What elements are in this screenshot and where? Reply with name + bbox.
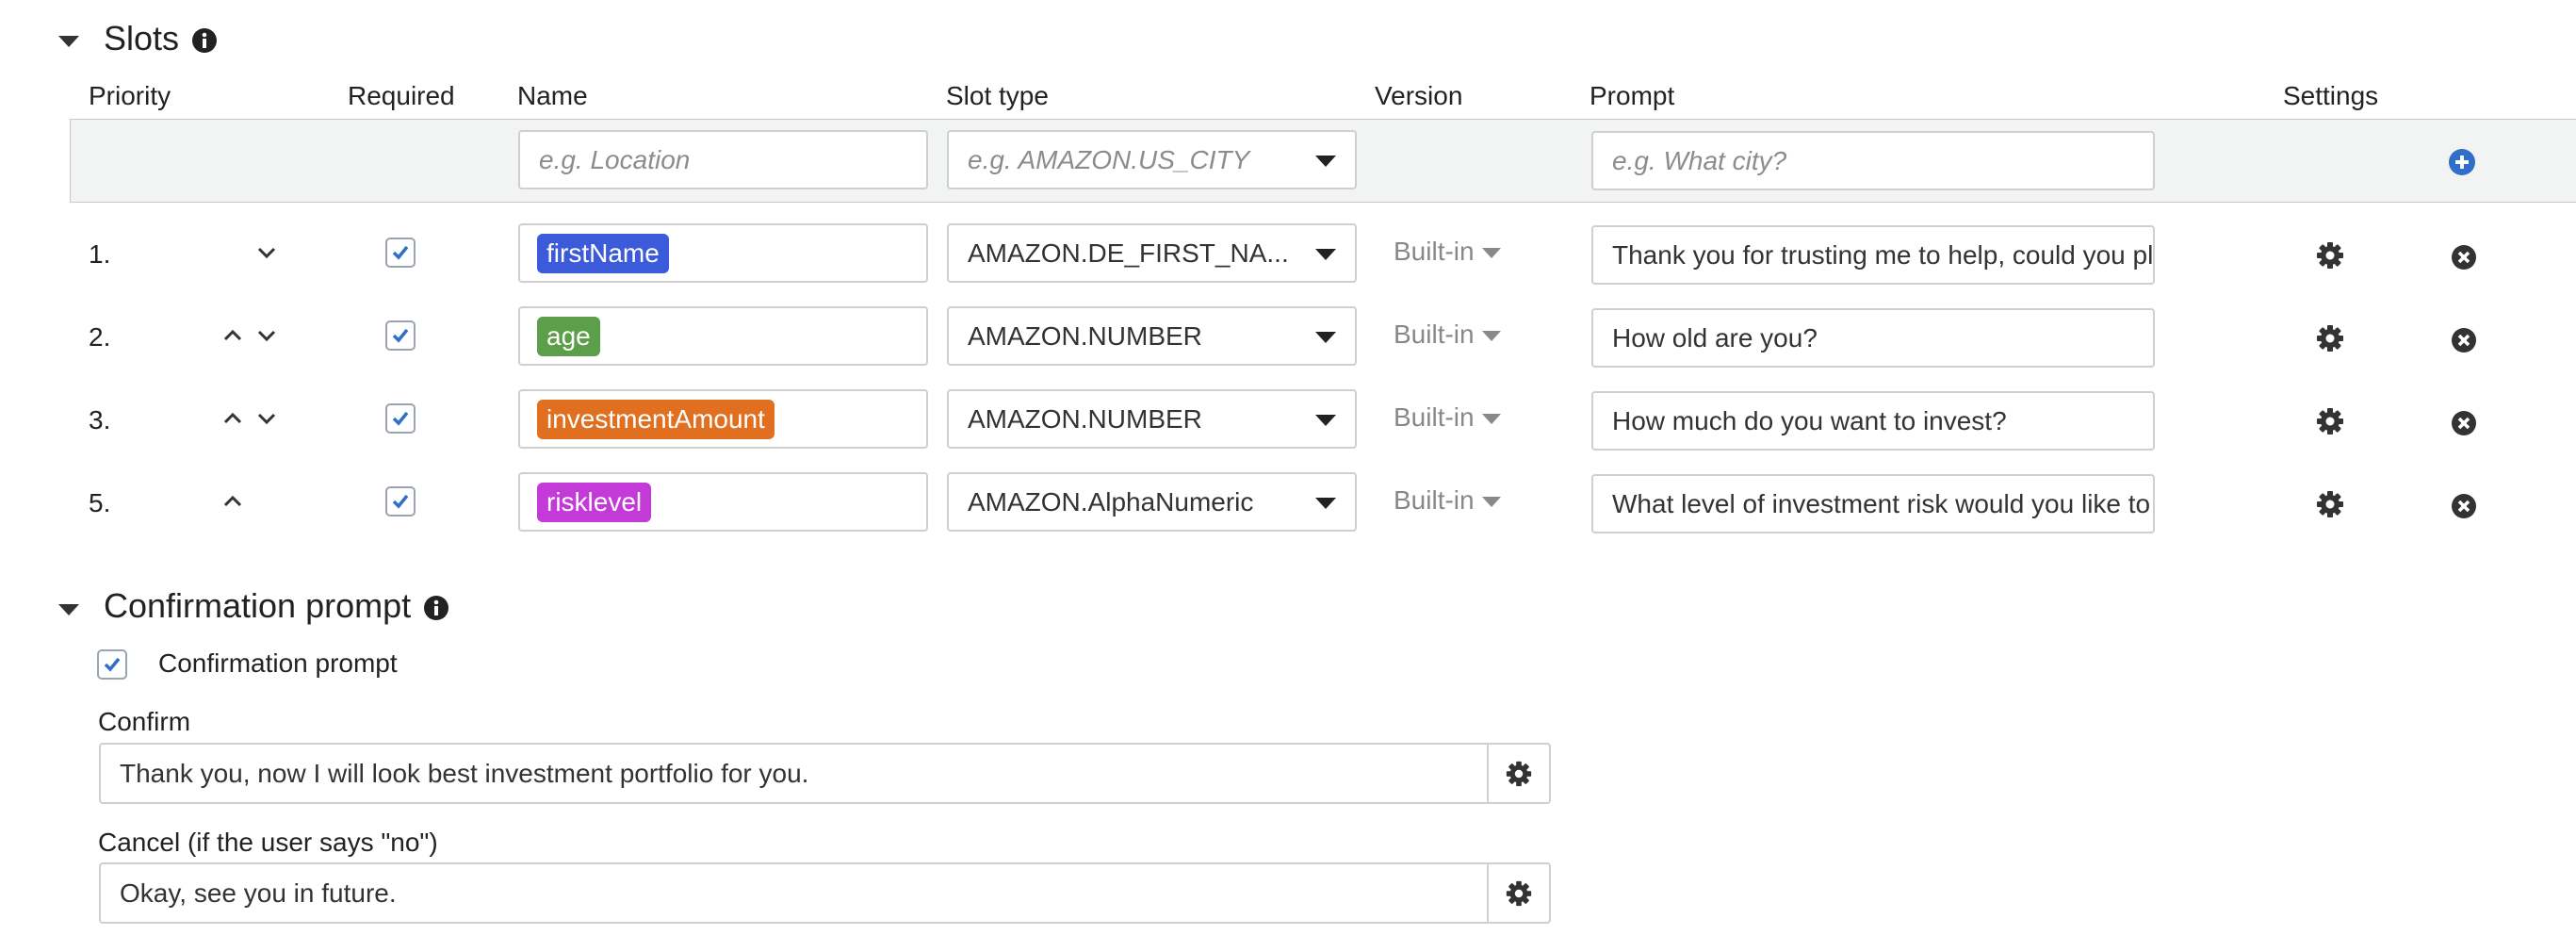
remove-icon[interactable] xyxy=(2449,408,2479,438)
chevron-down-icon xyxy=(1315,156,1336,167)
slot-priority: 3. xyxy=(89,405,111,435)
collapse-slots-caret-icon[interactable] xyxy=(58,36,79,47)
gear-icon[interactable] xyxy=(2315,240,2345,271)
slots-section-title: Slots xyxy=(104,19,180,57)
remove-icon[interactable] xyxy=(2449,491,2479,521)
slot-type-value: AMAZON.DE_FIRST_NA... xyxy=(968,238,1289,268)
version-label: Built-in xyxy=(1394,320,1475,349)
slot-type-select[interactable]: AMAZON.NUMBER xyxy=(947,306,1357,366)
caret-down-icon xyxy=(1481,414,1501,425)
slot-prompt-input[interactable]: How much do you want to invest? xyxy=(1591,391,2155,451)
collapse-confirmation-caret-icon[interactable] xyxy=(58,604,79,615)
slot-name-input[interactable]: investmentAmount xyxy=(518,389,928,449)
version-dropdown[interactable]: Built-in xyxy=(1394,485,1501,516)
confirm-field[interactable]: Thank you, now I will look best investme… xyxy=(99,743,1551,804)
version-label: Built-in xyxy=(1394,237,1475,266)
info-icon[interactable] xyxy=(423,595,449,621)
gear-icon[interactable] xyxy=(2315,323,2345,353)
add-slot-icon[interactable] xyxy=(2448,148,2476,176)
cancel-input[interactable]: Okay, see you in future. xyxy=(101,878,1487,909)
confirmation-section-title: Confirmation prompt xyxy=(104,586,412,625)
confirmation-prompt-label: Confirmation prompt xyxy=(158,648,398,678)
gear-icon[interactable] xyxy=(2315,489,2345,519)
slot-type-value: AMAZON.AlphaNumeric xyxy=(968,486,1254,517)
gear-icon[interactable] xyxy=(2315,406,2345,436)
remove-icon[interactable] xyxy=(2449,325,2479,355)
confirm-label: Confirm xyxy=(98,707,191,736)
new-slot-prompt-input[interactable]: e.g. What city? xyxy=(1591,131,2155,190)
required-checkbox[interactable] xyxy=(385,320,416,351)
cancel-settings-button[interactable] xyxy=(1487,864,1549,922)
version-label: Built-in xyxy=(1394,402,1475,432)
column-header-required: Required xyxy=(348,81,455,110)
chevron-down-icon xyxy=(1315,249,1336,260)
slot-prompt-input[interactable]: How old are you? xyxy=(1591,308,2155,368)
slot-type-value: AMAZON.NUMBER xyxy=(968,403,1202,434)
chevron-up-icon[interactable] xyxy=(221,411,244,426)
slot-name-tag: risklevel xyxy=(537,482,652,522)
chevron-down-icon xyxy=(1315,415,1336,426)
slot-priority: 5. xyxy=(89,488,111,517)
chevron-up-icon[interactable] xyxy=(221,328,244,343)
new-slot-type-select[interactable]: e.g. AMAZON.US_CITY xyxy=(947,130,1357,189)
slot-name-input[interactable]: age xyxy=(518,306,928,366)
remove-icon[interactable] xyxy=(2449,242,2479,272)
confirm-settings-button[interactable] xyxy=(1487,745,1549,802)
gear-icon xyxy=(1506,761,1532,786)
slot-priority: 1. xyxy=(89,239,111,269)
slot-name-tag: investmentAmount xyxy=(537,399,774,439)
required-checkbox[interactable] xyxy=(385,403,416,434)
gear-icon xyxy=(1506,880,1532,906)
slot-name-tag: age xyxy=(537,316,600,356)
slot-type-select[interactable]: AMAZON.DE_FIRST_NA... xyxy=(947,223,1357,283)
slot-name-input[interactable]: firstName xyxy=(518,223,928,283)
slot-type-value: AMAZON.NUMBER xyxy=(968,320,1202,351)
column-header-name: Name xyxy=(517,81,588,110)
required-checkbox[interactable] xyxy=(385,238,416,268)
required-checkbox[interactable] xyxy=(385,486,416,517)
version-dropdown[interactable]: Built-in xyxy=(1394,237,1501,267)
new-slot-type-placeholder: e.g. AMAZON.US_CITY xyxy=(968,144,1250,174)
info-icon[interactable] xyxy=(191,27,218,54)
slot-name-tag: firstName xyxy=(537,233,669,273)
checkbox-check-icon xyxy=(392,328,409,343)
chevron-down-icon[interactable] xyxy=(255,245,278,260)
slot-priority: 2. xyxy=(89,322,111,352)
new-slot-name-input[interactable]: e.g. Location xyxy=(518,130,928,189)
caret-down-icon xyxy=(1481,248,1501,259)
version-label: Built-in xyxy=(1394,485,1475,515)
checkbox-check-icon xyxy=(392,494,409,509)
checkbox-check-icon xyxy=(104,657,121,672)
column-header-settings: Settings xyxy=(2283,81,2379,110)
chevron-up-icon[interactable] xyxy=(221,494,244,509)
slot-prompt-input[interactable]: Thank you for trusting me to help, could… xyxy=(1591,225,2155,285)
chevron-down-icon xyxy=(1315,332,1336,343)
chevron-down-icon[interactable] xyxy=(255,328,278,343)
column-header-priority: Priority xyxy=(89,81,171,110)
column-header-slot-type: Slot type xyxy=(946,81,1049,110)
caret-down-icon xyxy=(1481,497,1501,508)
checkbox-check-icon xyxy=(392,411,409,426)
confirm-input[interactable]: Thank you, now I will look best investme… xyxy=(101,759,1487,789)
cancel-field[interactable]: Okay, see you in future. xyxy=(99,862,1551,924)
slot-name-input[interactable]: risklevel xyxy=(518,472,928,532)
cancel-label: Cancel (if the user says "no") xyxy=(98,828,438,857)
confirmation-prompt-checkbox[interactable] xyxy=(97,649,127,680)
version-dropdown[interactable]: Built-in xyxy=(1394,402,1501,433)
checkbox-check-icon xyxy=(392,245,409,260)
slot-prompt-input[interactable]: What level of investment risk would you … xyxy=(1591,474,2155,533)
slot-type-select[interactable]: AMAZON.NUMBER xyxy=(947,389,1357,449)
column-header-prompt: Prompt xyxy=(1590,81,1675,110)
chevron-down-icon[interactable] xyxy=(255,411,278,426)
caret-down-icon xyxy=(1481,331,1501,342)
version-dropdown[interactable]: Built-in xyxy=(1394,320,1501,350)
chevron-down-icon xyxy=(1315,498,1336,509)
column-header-version: Version xyxy=(1375,81,1463,110)
slot-type-select[interactable]: AMAZON.AlphaNumeric xyxy=(947,472,1357,532)
